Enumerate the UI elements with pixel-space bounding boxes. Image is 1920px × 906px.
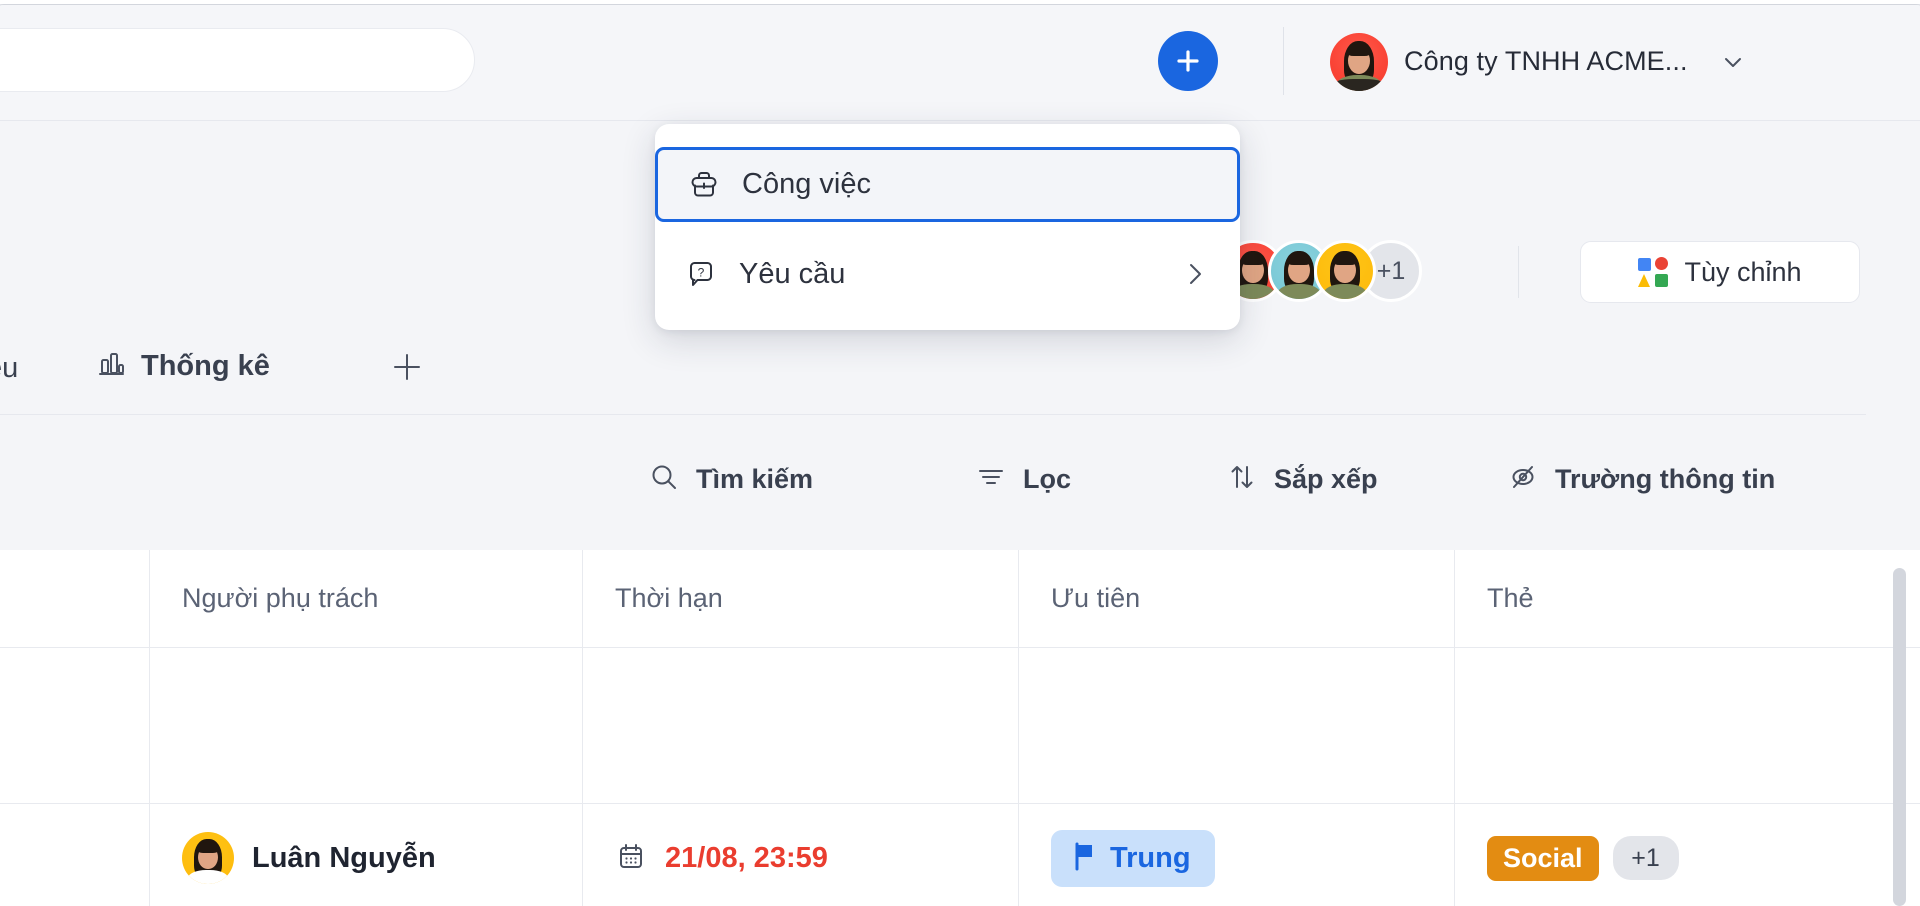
table-cell-assignee[interactable] — [150, 648, 583, 803]
menu-item-yeu-cau[interactable]: ? Yêu cầu — [655, 238, 1240, 310]
svg-text:?: ? — [698, 266, 705, 280]
customize-label: Tùy chỉnh — [1684, 256, 1802, 287]
table-cell[interactable] — [0, 804, 150, 906]
table-cell-due[interactable]: 21/08, 23:59 — [583, 804, 1019, 906]
bar-chart-icon — [95, 348, 127, 385]
assignee-name: Luân Nguyễn — [252, 841, 436, 874]
priority-label: Trung — [1110, 841, 1191, 874]
global-search-input[interactable] — [0, 28, 475, 92]
toolbar-filter-button[interactable]: Lọc — [975, 461, 1071, 498]
top-bar-divider — [0, 120, 1920, 121]
filter-icon — [975, 461, 1007, 498]
table-cell-tag[interactable]: Social +1 — [1455, 804, 1920, 906]
table-cell-priority[interactable]: Trung — [1019, 804, 1455, 906]
table-toolbar: Tìm kiếm Lọc Sắp xếp Trường thông tin — [0, 445, 1920, 531]
flag-icon — [1071, 841, 1098, 876]
create-menu-dropdown: Công việc ? Yêu cầu — [655, 124, 1240, 330]
table-row[interactable]: Luân Nguyễn 21/08, 23:59 Trung Social +1 — [0, 804, 1920, 906]
eye-off-icon — [1507, 461, 1539, 498]
table-header-row: Người phụ trách Thời hạn Ưu tiên Thẻ — [0, 550, 1920, 648]
tab-truncated[interactable]: êu — [0, 352, 18, 385]
app-root: Công ty TNHH ACME... +1 Tùy chỉnh êu — [0, 0, 1920, 906]
column-header-label: Ưu tiên — [1051, 583, 1141, 613]
column-header-label: Thời hạn — [615, 583, 723, 613]
table-cell-assignee[interactable]: Luân Nguyễn — [150, 804, 583, 906]
toolbar-fields-label: Trường thông tin — [1555, 464, 1776, 494]
table-header-cell-priority[interactable]: Ưu tiên — [1019, 550, 1455, 647]
menu-item-label: Yêu cầu — [739, 257, 846, 290]
tag-overflow-count[interactable]: +1 — [1612, 836, 1679, 880]
toolbar-search-button[interactable]: Tìm kiếm — [648, 461, 813, 498]
table-header-cell-due[interactable]: Thời hạn — [583, 550, 1019, 647]
priority-badge[interactable]: Trung — [1051, 829, 1215, 887]
chevron-right-icon — [1178, 257, 1212, 291]
chevron-down-icon — [1718, 47, 1748, 77]
tab-thong-ke[interactable]: Thống kê — [95, 348, 270, 385]
briefcase-icon — [686, 167, 726, 203]
add-tab-button[interactable] — [388, 348, 426, 391]
question-bubble-icon: ? — [683, 256, 723, 292]
tab-label: Thống kê — [141, 350, 270, 382]
due-date: 21/08, 23:59 — [665, 841, 828, 874]
tabs-row — [0, 330, 1920, 412]
org-name: Công ty TNHH ACME... — [1404, 46, 1688, 76]
calendar-icon — [615, 840, 647, 877]
table-cell[interactable] — [0, 648, 150, 803]
avatar — [1330, 32, 1388, 91]
tag-badge[interactable]: Social — [1487, 835, 1599, 881]
org-switcher[interactable]: Công ty TNHH ACME... — [1330, 32, 1748, 91]
table-cell-priority[interactable] — [1019, 648, 1455, 803]
top-bar-separator — [1283, 27, 1284, 95]
menu-item-cong-viec[interactable]: Công việc — [655, 147, 1240, 222]
plus-icon — [1177, 50, 1199, 72]
search-icon — [648, 461, 680, 498]
add-button[interactable] — [1158, 31, 1218, 91]
table-header-cell-0 — [0, 550, 150, 647]
table-header-cell-tag[interactable]: Thẻ — [1455, 550, 1920, 647]
toolbar-sort-label: Sắp xếp — [1274, 464, 1378, 494]
member-avatar-stack[interactable]: +1 — [1222, 240, 1422, 302]
column-header-label: Người phụ trách — [182, 583, 379, 613]
table-header-cell-assignee[interactable]: Người phụ trách — [150, 550, 583, 647]
toolbar-filter-label: Lọc — [1023, 464, 1072, 494]
member-avatar-3 — [1314, 240, 1376, 302]
toolbar-sort-button[interactable]: Sắp xếp — [1226, 461, 1378, 498]
table-cell-due[interactable] — [583, 648, 1019, 803]
tabs-underline — [0, 414, 1866, 415]
tasks-table: Người phụ trách Thời hạn Ưu tiên Thẻ Luâ… — [0, 550, 1920, 906]
menu-item-label: Công việc — [742, 168, 871, 200]
customize-button[interactable]: Tùy chỉnh — [1580, 241, 1860, 303]
sort-arrows-icon — [1226, 461, 1258, 498]
table-cell-tag[interactable] — [1455, 648, 1920, 803]
vertical-scrollbar[interactable] — [1893, 568, 1906, 906]
plus-icon — [394, 354, 420, 380]
toolbar-search-label: Tìm kiếm — [696, 464, 814, 494]
apps-grid-icon — [1638, 257, 1669, 287]
members-separator — [1518, 246, 1519, 298]
toolbar-fields-button[interactable]: Trường thông tin — [1507, 461, 1775, 498]
avatar — [182, 832, 234, 884]
column-header-label: Thẻ — [1487, 583, 1534, 613]
table-row[interactable] — [0, 648, 1920, 804]
